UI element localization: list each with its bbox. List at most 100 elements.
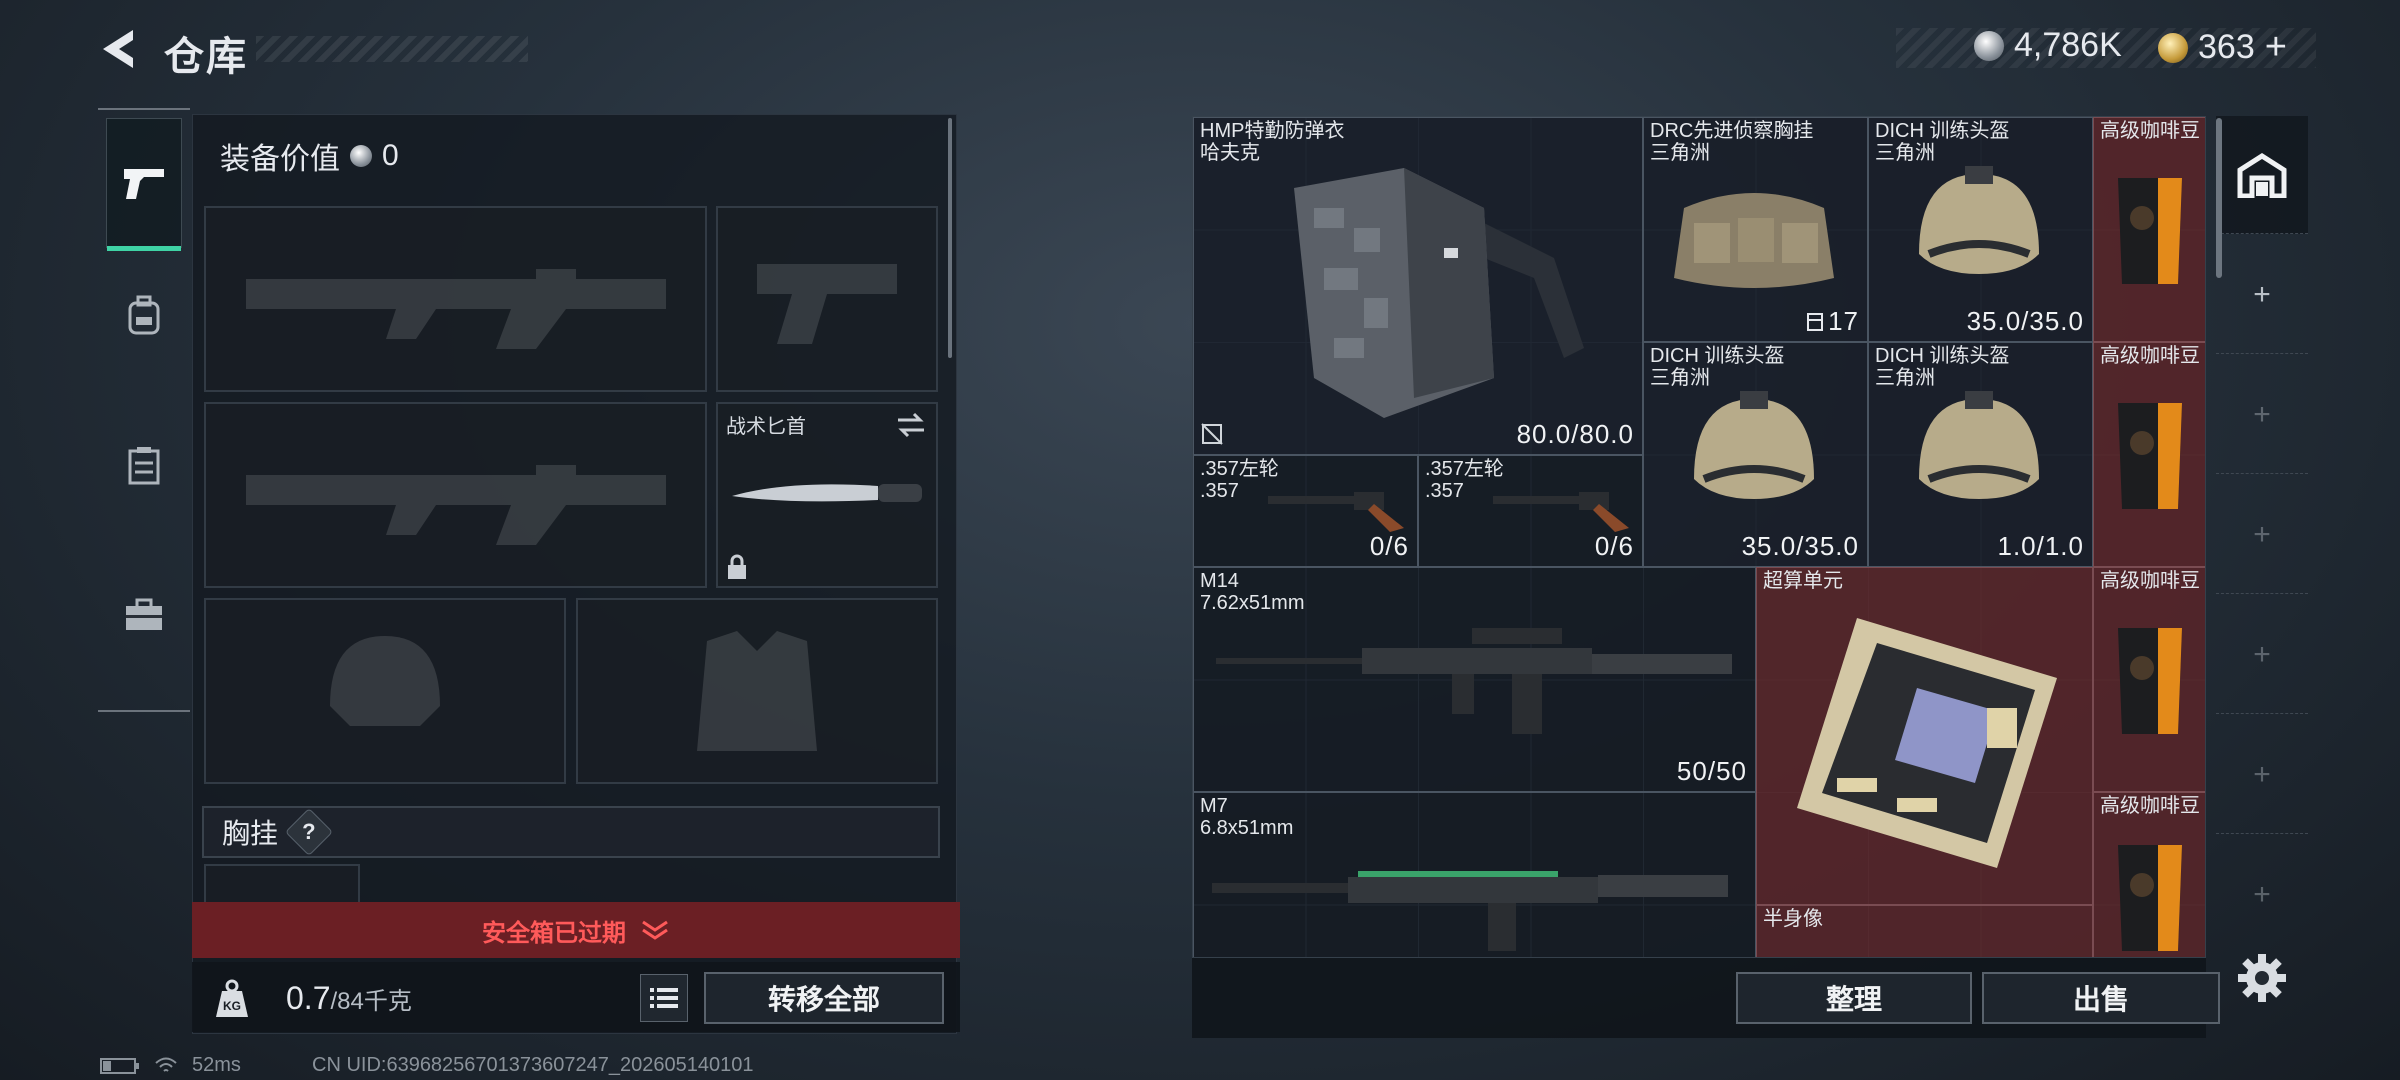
chest-rig-image <box>1664 168 1844 298</box>
chest-rig-icon <box>128 447 160 485</box>
secondary-weapon-slot[interactable] <box>204 402 707 588</box>
chest-rig-header[interactable]: 胸挂 ? <box>202 806 940 858</box>
nav-backpack[interactable] <box>106 250 182 380</box>
item-name: DICH 训练头盔 <box>1875 345 2010 367</box>
item-name: HMP特勤防弹衣 <box>1200 120 1345 142</box>
compute-unit-image <box>1777 598 2077 878</box>
stash-tab-main[interactable] <box>2216 116 2308 234</box>
item-name: DRC先进侦察胸挂 <box>1650 120 1814 142</box>
transfer-all-button[interactable]: 转移全部 <box>704 972 944 1024</box>
armor-slot[interactable] <box>576 598 938 784</box>
rifle-image <box>1212 618 1742 748</box>
item-name: 高级咖啡豆 <box>2100 795 2200 817</box>
list-view-button[interactable] <box>640 974 688 1022</box>
chest-rig-label: 胸挂 <box>222 818 279 849</box>
swap-icon[interactable] <box>896 412 926 438</box>
stash-tab-add-5[interactable]: + <box>2216 716 2308 834</box>
weight-readout: 0.7/84千克 <box>286 980 412 1017</box>
stash-item-helmet[interactable]: DICH 训练头盔 三角洲 35.0/35.0 <box>1868 117 2093 342</box>
nav-weapons[interactable] <box>106 118 182 251</box>
stash-item-coffee[interactable]: 高级咖啡豆 <box>2093 792 2205 957</box>
battery-icon <box>100 1057 139 1074</box>
knife-icon <box>732 484 922 502</box>
sort-button[interactable]: 整理 <box>1736 972 1972 1024</box>
stash-item-m7[interactable]: M7 6.8x51mm <box>1193 792 1756 957</box>
item-name: M14 <box>1200 570 1239 592</box>
chest-rig-slot[interactable] <box>204 864 360 904</box>
pistol-slot[interactable] <box>716 206 938 392</box>
item-name: M7 <box>1200 795 1228 817</box>
svg-text:KG: KG <box>223 999 241 1013</box>
gold-coin-icon <box>2158 32 2188 63</box>
stash-item-coffee[interactable]: 高级咖啡豆 <box>2093 342 2205 567</box>
nav-safebox[interactable] <box>106 550 182 680</box>
sell-button[interactable]: 出售 <box>1982 972 2220 1024</box>
page-title: 仓库 <box>164 35 248 79</box>
helmet-image <box>1899 154 2059 304</box>
help-icon[interactable]: ? <box>284 807 334 857</box>
stash-tab-add-1[interactable]: + <box>2216 236 2308 354</box>
item-slots: 17 <box>1806 306 1859 337</box>
coffee-bag-image <box>2108 835 2192 955</box>
stash-scrollbar[interactable] <box>2216 118 2222 278</box>
silver-currency[interactable]: 4,786K <box>1974 26 2122 65</box>
wifi-icon <box>155 1057 177 1072</box>
safebox-expired-banner[interactable]: 安全箱已过期 <box>192 902 960 958</box>
coffee-bag-image <box>2108 618 2192 738</box>
nav-chest-rig[interactable] <box>106 400 182 530</box>
silver-coin-icon <box>1974 30 2004 61</box>
stash-tab-add-6[interactable]: + <box>2216 836 2308 954</box>
rifle-silhouette-icon <box>245 269 666 349</box>
stash-item-bust[interactable]: 半身像 <box>1756 905 2093 957</box>
coffee-bag-image <box>2108 168 2192 288</box>
coffee-bag-image <box>2108 393 2192 513</box>
loadout-scrollbar[interactable] <box>948 118 952 358</box>
rifle-image <box>1208 853 1738 953</box>
add-icon: + <box>2253 757 2271 791</box>
silver-amount: 4,786K <box>2014 26 2122 64</box>
stash-item-compute-unit[interactable]: 超算单元 <box>1756 567 2093 905</box>
stash-item-helmet[interactable]: DICH 训练头盔 三角洲 1.0/1.0 <box>1868 342 2093 567</box>
warehouse-icon <box>2237 152 2287 198</box>
list-icon <box>650 988 678 1008</box>
weight-kg-icon: KG <box>204 974 260 1024</box>
category-nav <box>98 108 190 712</box>
stash-item-helmet[interactable]: DICH 训练头盔 三角洲 35.0/35.0 <box>1643 342 1868 567</box>
stash-item-m14[interactable]: M14 7.62x51mm 50/50 <box>1193 567 1756 792</box>
stash-item-coffee[interactable]: 高级咖啡豆 <box>2093 117 2205 342</box>
primary-weapon-slot[interactable] <box>204 206 707 392</box>
stash-item-chest-rig[interactable]: DRC先进侦察胸挂 三角洲 17 <box>1643 117 1868 342</box>
stash-item-revolver[interactable]: .357左轮 .357 0/6 <box>1418 455 1643 567</box>
add-gold-icon[interactable]: + <box>2265 26 2287 69</box>
item-name: 半身像 <box>1763 908 1823 930</box>
add-icon: + <box>2253 637 2271 671</box>
stash-item-vest[interactable]: HMP特勤防弹衣 哈夫克 80.0/80.0 <box>1193 117 1643 455</box>
knife-slot[interactable]: 战术匕首 <box>716 402 938 588</box>
helmet-slot[interactable] <box>204 598 566 784</box>
lock-icon <box>728 554 746 579</box>
back-button[interactable] <box>96 26 142 72</box>
stash-page-tabs: + + + + + + <box>2216 116 2308 976</box>
item-durability: 35.0/35.0 <box>1966 306 2084 336</box>
silver-coin-icon <box>350 145 372 167</box>
item-name: DICH 训练头盔 <box>1875 120 2010 142</box>
stash-item-revolver[interactable]: .357左轮 .357 0/6 <box>1193 455 1418 567</box>
ping-value: 52ms <box>192 1054 241 1076</box>
item-durability: 1.0/1.0 <box>1997 531 2084 561</box>
knife-slot-label: 战术匕首 <box>726 416 806 438</box>
revolver-image <box>1489 484 1639 534</box>
gold-currency[interactable]: 363 + <box>2158 26 2287 69</box>
weight-max: /84千克 <box>330 988 412 1015</box>
add-icon: + <box>2253 277 2271 311</box>
stash-tab-add-2[interactable]: + <box>2216 356 2308 474</box>
stash-tab-add-3[interactable]: + <box>2216 476 2308 594</box>
helmet-image <box>1674 379 1834 529</box>
settings-button[interactable] <box>2236 952 2288 1004</box>
pistol-icon <box>124 169 164 199</box>
title-decoration <box>256 36 528 62</box>
briefcase-icon <box>126 598 162 630</box>
equipment-value: 装备价值 0 <box>220 134 399 178</box>
add-icon: + <box>2253 878 2271 911</box>
stash-tab-add-4[interactable]: + <box>2216 596 2308 714</box>
stash-item-coffee[interactable]: 高级咖啡豆 <box>2093 567 2205 792</box>
